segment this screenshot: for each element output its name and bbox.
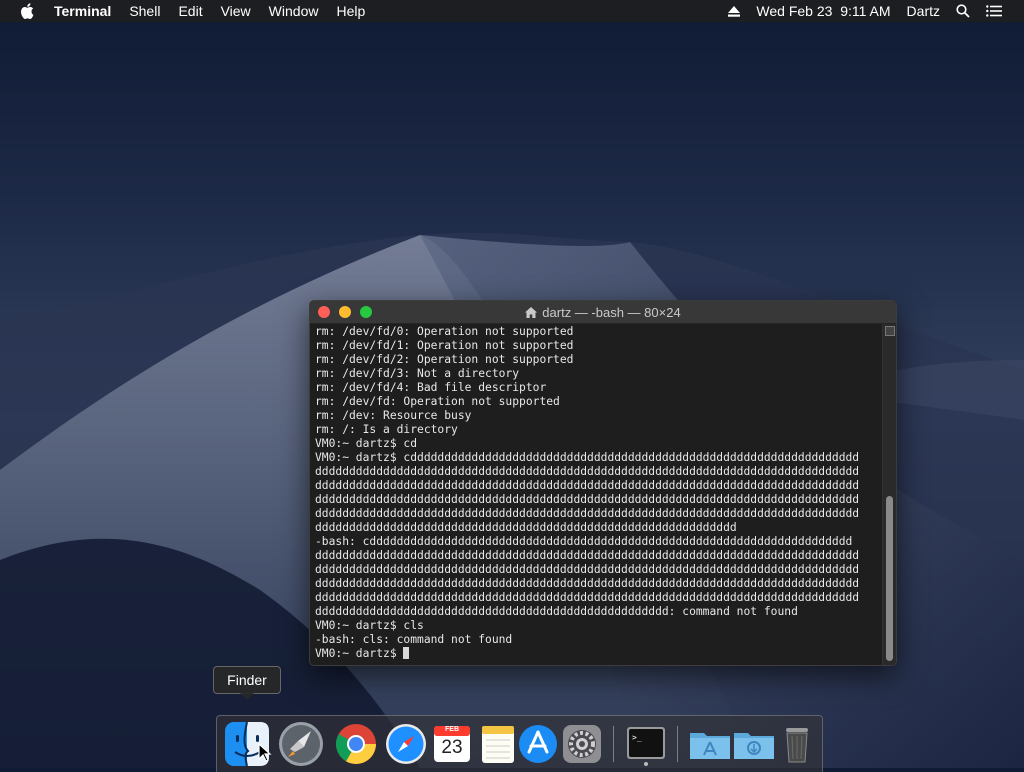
terminal-output[interactable]: rm: /dev/fd/0: Operation not supported rm… bbox=[310, 324, 883, 665]
chrome-icon[interactable] bbox=[333, 721, 379, 767]
terminal-line-text: dddddddddddddddddddddddddddddddddddddddd… bbox=[315, 521, 737, 534]
terminal-line-text: rm: /dev/fd/1: Operation not supported bbox=[315, 339, 574, 352]
mouse-pointer-icon bbox=[258, 742, 272, 768]
split-pane-button[interactable] bbox=[885, 326, 895, 336]
menu-window[interactable]: Window bbox=[269, 0, 319, 22]
terminal-line: rm: /dev/fd/1: Operation not supported bbox=[315, 339, 878, 353]
terminal-line: -bash: cls: command not found bbox=[315, 633, 878, 647]
terminal-line: dddddddddddddddddddddddddddddddddddddddd… bbox=[315, 479, 878, 493]
terminal-line: VM0:~ dartz$ cd bbox=[315, 437, 878, 451]
terminal-line-text: dddddddddddddddddddddddddddddddddddddddd… bbox=[315, 591, 860, 604]
svg-text:>_: >_ bbox=[632, 733, 642, 742]
menu-edit[interactable]: Edit bbox=[178, 0, 202, 22]
apple-menu-icon[interactable] bbox=[20, 3, 34, 19]
terminal-line-text: rm: /dev/fd/0: Operation not supported bbox=[315, 325, 574, 338]
terminal-running-indicator bbox=[644, 762, 648, 766]
terminal-line-text: VM0:~ dartz$ cd bbox=[315, 437, 418, 450]
text-cursor bbox=[403, 647, 410, 659]
terminal-titlebar[interactable]: dartz — -bash — 80×24 bbox=[310, 301, 896, 324]
terminal-line: dddddddddddddddddddddddddddddddddddddddd… bbox=[315, 507, 878, 521]
terminal-line: dddddddddddddddddddddddddddddddddddddddd… bbox=[315, 591, 878, 605]
terminal-line-text: dddddddddddddddddddddddddddddddddddddddd… bbox=[315, 605, 798, 618]
terminal-line: dddddddddddddddddddddddddddddddddddddddd… bbox=[315, 521, 878, 535]
window-title: dartz — -bash — 80×24 bbox=[542, 304, 681, 320]
terminal-line: VM0:~ dartz$ bbox=[315, 647, 878, 661]
terminal-line: dddddddddddddddddddddddddddddddddddddddd… bbox=[315, 549, 878, 563]
system-preferences-icon[interactable] bbox=[559, 721, 605, 767]
terminal-line-text: rm: /dev/fd/2: Operation not supported bbox=[315, 353, 574, 366]
terminal-line-text: rm: /dev/fd: Operation not supported bbox=[315, 395, 560, 408]
terminal-line: rm: /dev: Resource busy bbox=[315, 409, 878, 423]
terminal-line: rm: /dev/fd/4: Bad file descriptor bbox=[315, 381, 878, 395]
terminal-line-text: dddddddddddddddddddddddddddddddddddddddd… bbox=[315, 479, 860, 492]
terminal-window[interactable]: dartz — -bash — 80×24 rm: /dev/fd/0: Ope… bbox=[309, 300, 897, 666]
terminal-line-text: rm: /dev: Resource busy bbox=[315, 409, 472, 422]
terminal-icon[interactable]: >_ bbox=[623, 721, 669, 767]
terminal-line: dddddddddddddddddddddddddddddddddddddddd… bbox=[315, 493, 878, 507]
menu-view[interactable]: View bbox=[221, 0, 251, 22]
terminal-line: dddddddddddddddddddddddddddddddddddddddd… bbox=[315, 563, 878, 577]
zoom-button[interactable] bbox=[360, 306, 372, 318]
terminal-line-text: rm: /dev/fd/4: Bad file descriptor bbox=[315, 381, 547, 394]
terminal-line-text: dddddddddddddddddddddddddddddddddddddddd… bbox=[315, 465, 860, 478]
terminal-line-text: VM0:~ dartz$ bbox=[315, 647, 404, 660]
notification-center-icon[interactable] bbox=[986, 5, 1002, 17]
calendar-month: FEB bbox=[445, 726, 459, 733]
scrollbar-thumb[interactable] bbox=[886, 496, 893, 661]
trash-icon[interactable] bbox=[774, 721, 820, 767]
terminal-line-text: -bash: cls: command not found bbox=[315, 633, 513, 646]
eject-icon[interactable] bbox=[728, 5, 741, 17]
safari-icon[interactable] bbox=[383, 721, 429, 767]
launchpad-icon[interactable] bbox=[278, 721, 324, 767]
terminal-line-text: dddddddddddddddddddddddddddddddddddddddd… bbox=[315, 507, 860, 520]
menu-bar: Terminal Shell Edit View Window Help Wed… bbox=[0, 0, 1024, 22]
downloads-folder-icon[interactable] bbox=[731, 721, 777, 767]
terminal-line: rm: /dev/fd/3: Not a directory bbox=[315, 367, 878, 381]
calendar-icon[interactable]: FEB 23 bbox=[429, 721, 475, 767]
dock-separator bbox=[677, 726, 678, 762]
terminal-line: VM0:~ dartz$ cdddddddddddddddddddddddddd… bbox=[315, 451, 878, 465]
clock[interactable]: Wed Feb 23 9:11 AM bbox=[756, 3, 890, 19]
terminal-line: dddddddddddddddddddddddddddddddddddddddd… bbox=[315, 465, 878, 479]
dock: FEB 23 >_ bbox=[216, 715, 823, 772]
home-folder-icon bbox=[525, 306, 538, 318]
app-menu-terminal[interactable]: Terminal bbox=[54, 0, 111, 22]
dock-separator bbox=[613, 726, 614, 762]
spotlight-search-icon[interactable] bbox=[956, 4, 970, 18]
minimize-button[interactable] bbox=[339, 306, 351, 318]
terminal-line: rm: /dev/fd: Operation not supported bbox=[315, 395, 878, 409]
terminal-line: rm: /dev/fd/2: Operation not supported bbox=[315, 353, 878, 367]
applications-folder-icon[interactable] bbox=[687, 721, 733, 767]
terminal-line-text: dddddddddddddddddddddddddddddddddddddddd… bbox=[315, 563, 860, 576]
terminal-line: -bash: cdddddddddddddddddddddddddddddddd… bbox=[315, 535, 878, 549]
terminal-line: dddddddddddddddddddddddddddddddddddddddd… bbox=[315, 577, 878, 591]
dock-tooltip: Finder bbox=[213, 666, 281, 700]
terminal-line-text: rm: /dev/fd/3: Not a directory bbox=[315, 367, 520, 380]
terminal-line: rm: /: Is a directory bbox=[315, 423, 878, 437]
user-menu[interactable]: Dartz bbox=[907, 3, 940, 19]
menu-shell[interactable]: Shell bbox=[129, 0, 160, 22]
terminal-scrollbar[interactable] bbox=[882, 324, 896, 665]
terminal-line-text: dddddddddddddddddddddddddddddddddddddddd… bbox=[315, 493, 860, 506]
calendar-day: 23 bbox=[441, 737, 463, 758]
app-store-icon[interactable] bbox=[515, 721, 561, 767]
terminal-line: VM0:~ dartz$ cls bbox=[315, 619, 878, 633]
terminal-line-text: rm: /: Is a directory bbox=[315, 423, 458, 436]
terminal-line-text: -bash: cdddddddddddddddddddddddddddddddd… bbox=[315, 535, 853, 548]
terminal-line-text: dddddddddddddddddddddddddddddddddddddddd… bbox=[315, 577, 860, 590]
terminal-line: dddddddddddddddddddddddddddddddddddddddd… bbox=[315, 605, 878, 619]
close-button[interactable] bbox=[318, 306, 330, 318]
terminal-line-text: VM0:~ dartz$ cls bbox=[315, 619, 424, 632]
terminal-line-text: dddddddddddddddddddddddddddddddddddddddd… bbox=[315, 549, 860, 562]
terminal-line: rm: /dev/fd/0: Operation not supported bbox=[315, 325, 878, 339]
menu-help[interactable]: Help bbox=[336, 0, 365, 22]
terminal-line-text: VM0:~ dartz$ cdddddddddddddddddddddddddd… bbox=[315, 451, 860, 464]
